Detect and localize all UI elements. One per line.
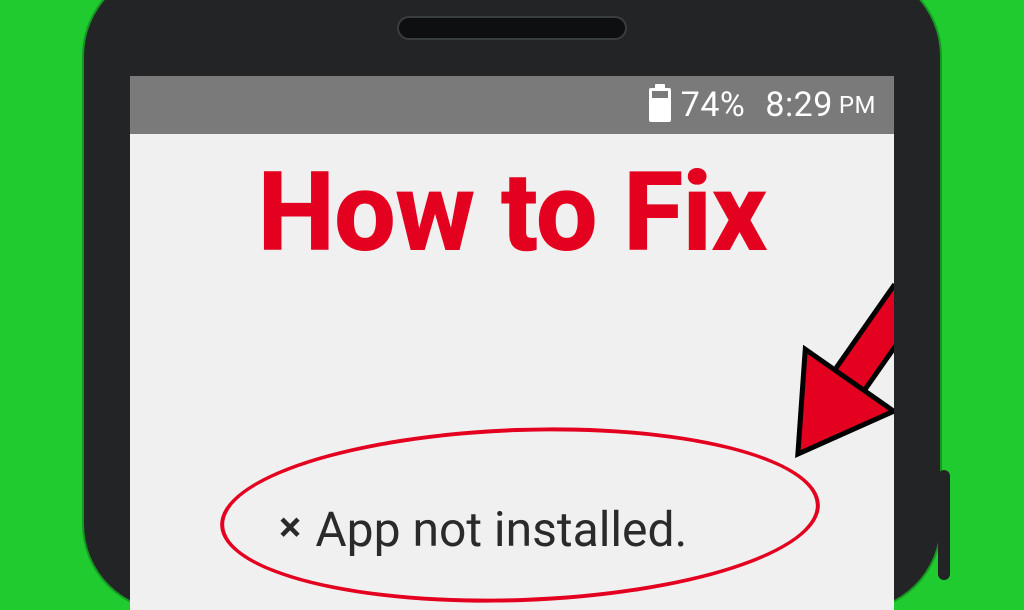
battery-icon: [649, 88, 671, 122]
phone-power-button[interactable]: [938, 470, 950, 580]
error-message: × App not installed.: [279, 501, 687, 558]
clock-ampm: PM: [839, 91, 876, 119]
arrow-icon: [730, 256, 894, 486]
close-icon: ×: [279, 507, 301, 549]
battery-percent: 74%: [681, 85, 746, 125]
phone-speaker: [397, 16, 627, 40]
phone-frame: 74% 8:29 PM × App not installed.: [84, 0, 940, 610]
clock-time: 8:29: [765, 85, 833, 125]
headline-text: How to Fix: [0, 148, 1024, 277]
status-bar: 74% 8:29 PM: [130, 76, 894, 134]
error-text: App not installed.: [315, 501, 687, 558]
